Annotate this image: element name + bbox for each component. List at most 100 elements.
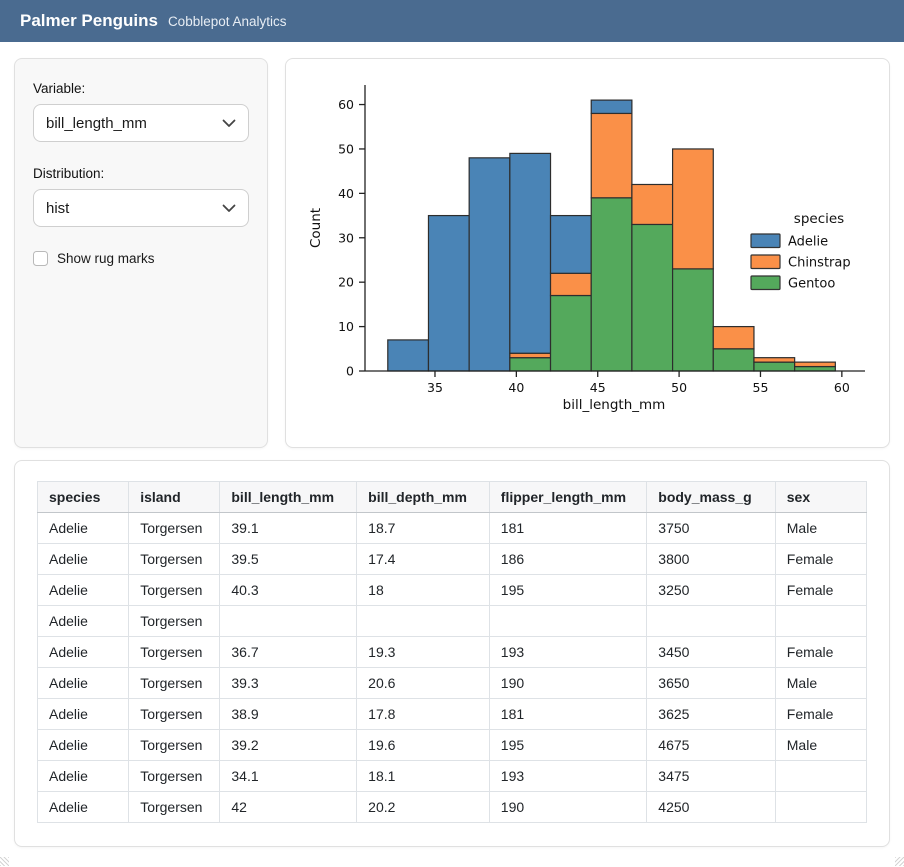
distribution-select-value: hist [46,200,69,217]
table-cell: 19.6 [357,730,490,761]
table-cell: 195 [489,730,647,761]
y-tick-label: 50 [338,141,354,156]
table-cell: 18.7 [357,513,490,544]
table-cell: Female [775,637,866,668]
table-row: AdelieTorgersen38.917.81813625Female [38,699,867,730]
hist-bar-chinstrap [632,184,673,224]
hist-bar-gentoo [591,198,632,371]
resize-grip-right[interactable] [895,857,904,866]
table-cell [220,606,357,637]
table-cell: 3250 [647,575,775,606]
distribution-select[interactable]: hist [33,189,249,227]
table-cell [357,606,490,637]
hist-bar-chinstrap [591,113,632,197]
column-header: bill_depth_mm [357,482,490,513]
table-row: AdelieTorgersen39.517.41863800Female [38,544,867,575]
hist-bar-chinstrap [510,353,551,357]
hist-bar-adelie [428,216,469,371]
table-row: AdelieTorgersen39.320.61903650Male [38,668,867,699]
table-cell: 3450 [647,637,775,668]
hist-bar-adelie [510,153,551,353]
table-cell: Female [775,544,866,575]
table-cell: Male [775,668,866,699]
table-cell: 18.1 [357,761,490,792]
table-header-row: speciesislandbill_length_mmbill_depth_mm… [38,482,867,513]
table-cell: 18 [357,575,490,606]
table-cell: 195 [489,575,647,606]
table-cell: 40.3 [220,575,357,606]
table-cell: 39.1 [220,513,357,544]
hist-bar-chinstrap [673,149,714,269]
table-cell [775,761,866,792]
data-table-card: speciesislandbill_length_mmbill_depth_mm… [14,460,890,847]
x-tick-label: 55 [753,380,769,395]
table-body: AdelieTorgersen39.118.71813750MaleAdelie… [38,513,867,823]
x-tick-label: 35 [427,380,443,395]
resize-grip-left[interactable] [0,857,9,866]
legend-label: Chinstrap [788,256,851,271]
main-content: Variable: bill_length_mm Distribution: h… [0,42,904,847]
legend-label: Adelie [788,235,828,250]
table-cell: 39.3 [220,668,357,699]
table-cell: Female [775,575,866,606]
app-title: Palmer Penguins [20,0,158,42]
table-cell: 190 [489,792,647,823]
x-tick-label: 50 [671,380,687,395]
table-cell: Adelie [38,699,129,730]
table-cell: 17.8 [357,699,490,730]
table-cell: 39.5 [220,544,357,575]
y-tick-label: 60 [338,97,354,112]
rug-checkbox-label: Show rug marks [57,251,155,266]
table-cell: Torgersen [129,606,220,637]
x-axis-label: bill_length_mm [563,397,666,413]
legend-swatch-chinstrap [751,255,780,269]
table-cell: Adelie [38,730,129,761]
table-cell: Torgersen [129,575,220,606]
column-header: species [38,482,129,513]
table-cell: 3650 [647,668,775,699]
table-cell: Male [775,513,866,544]
y-axis-label: Count [308,208,324,248]
table-cell: Torgersen [129,792,220,823]
variable-select[interactable]: bill_length_mm [33,104,249,142]
table-cell: Torgersen [129,668,220,699]
table-cell: 38.9 [220,699,357,730]
table-row: AdelieTorgersen4220.21904250 [38,792,867,823]
table-cell [647,606,775,637]
table-cell: Female [775,699,866,730]
table-cell: 3800 [647,544,775,575]
table-cell: 20.6 [357,668,490,699]
hist-bar-gentoo [754,362,795,371]
top-navbar: Palmer Penguins Cobblepot Analytics [0,0,904,42]
legend-title: species [794,211,844,227]
column-header: island [129,482,220,513]
table-cell: 42 [220,792,357,823]
table-row: AdelieTorgersen [38,606,867,637]
x-tick-label: 60 [834,380,850,395]
hist-bar-adelie [388,340,429,371]
y-tick-label: 20 [338,275,354,290]
table-cell: 181 [489,513,647,544]
table-cell: 181 [489,699,647,730]
hist-bar-adelie [551,216,592,274]
table-cell: 3750 [647,513,775,544]
hist-bar-gentoo [632,224,673,371]
table-cell [775,606,866,637]
app-subtitle: Cobblepot Analytics [168,14,287,29]
rug-checkbox[interactable] [33,251,48,266]
table-cell: Adelie [38,761,129,792]
column-header: bill_length_mm [220,482,357,513]
table-cell: 36.7 [220,637,357,668]
table-cell: Male [775,730,866,761]
y-tick-label: 0 [346,364,354,379]
column-header: body_mass_g [647,482,775,513]
table-cell: 3625 [647,699,775,730]
hist-bar-chinstrap [795,362,836,366]
chevron-down-icon [222,119,236,128]
table-cell: Torgersen [129,730,220,761]
controls-sidebar: Variable: bill_length_mm Distribution: h… [14,58,268,448]
table-row: AdelieTorgersen40.3181953250Female [38,575,867,606]
table-row: AdelieTorgersen36.719.31933450Female [38,637,867,668]
histogram-card: 0102030405060354045505560bill_length_mmC… [285,58,890,448]
variable-label: Variable: [33,81,249,96]
